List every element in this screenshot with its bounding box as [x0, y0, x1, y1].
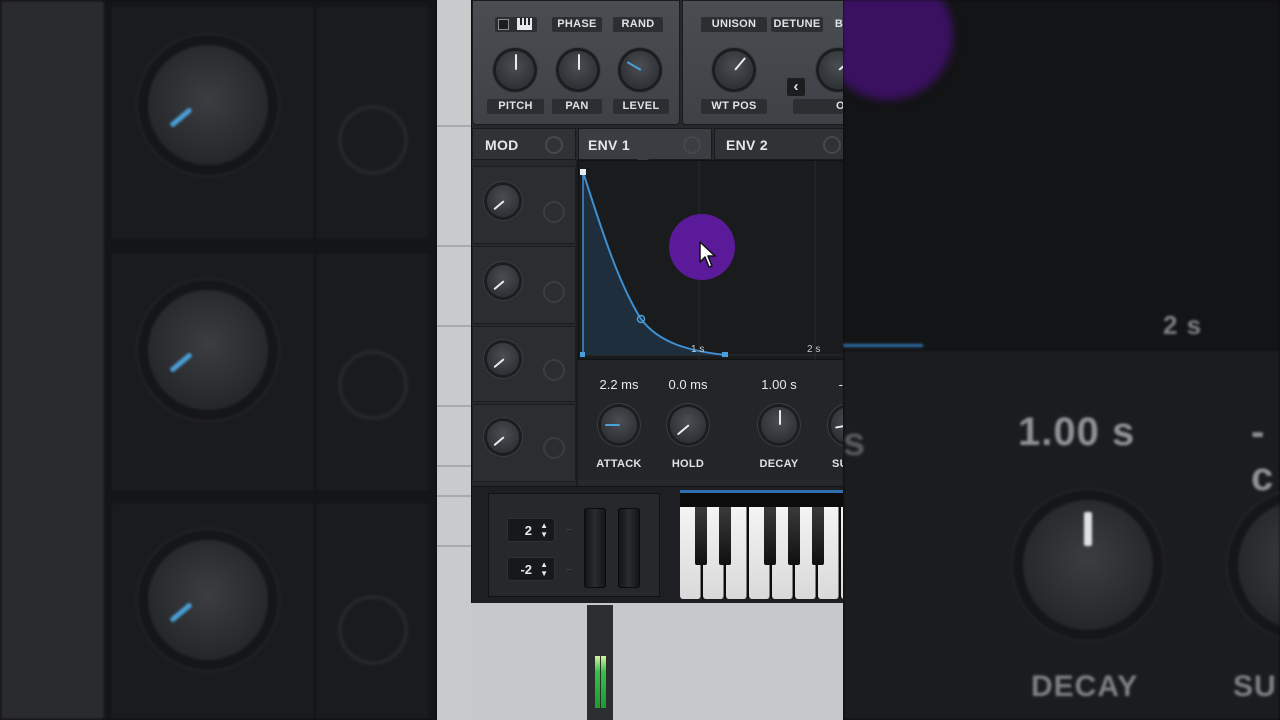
black-key[interactable] [719, 507, 731, 565]
level-meter [587, 605, 613, 720]
time-marker-2s: 2 s [807, 344, 821, 355]
hold-label: HOLD [671, 458, 705, 470]
pan-label: PAN [565, 100, 589, 112]
daw-window: PHASE RAND PITCH PAN LEVEL UNISON DETUNE [437, 0, 843, 720]
piano-keyboard[interactable] [680, 490, 843, 599]
pitch-bend-down-spinner[interactable]: -2 ▲ ▼ [507, 557, 555, 581]
envelope-controls: 2.2 ms 0.0 ms 1.00 s -c ATTACK HOLD DECA… [578, 360, 843, 480]
mod-wheel[interactable] [618, 508, 640, 588]
pitch-knob[interactable] [496, 51, 534, 89]
tab-env2[interactable]: ENV 2 [714, 128, 843, 160]
up-down-arrows-icon[interactable]: ▲ ▼ [540, 560, 548, 578]
decay-knob[interactable] [761, 407, 797, 443]
black-key[interactable] [764, 507, 776, 565]
zoom-decay-label: DECAY [1031, 670, 1139, 703]
env1-drag-icon[interactable] [683, 136, 701, 154]
phase-label: PHASE [557, 18, 597, 30]
mouse-pointer-icon [699, 241, 716, 268]
osc-panel: PHASE RAND PITCH PAN LEVEL [472, 0, 680, 125]
zoom-knob-3 [148, 540, 268, 660]
pitch-bend-down-value: -2 [520, 562, 532, 577]
sustain-value-partial: -c [838, 377, 843, 392]
pan-knob[interactable] [559, 51, 597, 89]
track-list-strip [437, 0, 471, 720]
offset-knob-partial[interactable] [819, 51, 843, 89]
black-key[interactable] [788, 507, 800, 565]
sustain-knob-partial[interactable] [831, 407, 843, 443]
keytrack-checkbox[interactable] [498, 19, 509, 30]
mod-amount-knob-2[interactable] [487, 265, 519, 297]
blend-label-partial: B [834, 18, 843, 30]
black-key[interactable] [812, 507, 824, 565]
mod-slot-3[interactable] [472, 326, 576, 402]
wt-pos-label: WT POS [711, 100, 757, 112]
mod-slot-2[interactable] [472, 246, 576, 324]
level-knob[interactable] [621, 51, 659, 89]
white-key[interactable] [841, 507, 843, 599]
screen: 2 s 1.00 s -c DECAY SU s PHASE RAND PITC… [0, 0, 1280, 720]
rand-label: RAND [621, 18, 655, 30]
pitch-wheel[interactable] [584, 508, 606, 588]
level-label: LEVEL [622, 100, 660, 112]
mixer-area [471, 603, 843, 720]
time-marker-1s: 1 s [691, 344, 705, 355]
attack-handle[interactable] [580, 169, 586, 175]
tab-env2-label: ENV 2 [726, 137, 768, 153]
wt-pos-knob[interactable] [715, 51, 753, 89]
synth-plugin-window: PHASE RAND PITCH PAN LEVEL UNISON DETUNE [471, 0, 843, 603]
prev-arrow-button[interactable]: ‹ [787, 78, 805, 96]
detune-label: DETUNE [773, 18, 821, 30]
mod-slot-4[interactable] [472, 404, 576, 482]
attack-label: ATTACK [596, 458, 642, 470]
keyboard-icon[interactable] [517, 18, 532, 30]
offset-label-partial: OF [836, 100, 843, 112]
hold-knob[interactable] [670, 407, 706, 443]
attack-knob[interactable] [601, 407, 637, 443]
tab-mod[interactable]: MOD [472, 128, 576, 160]
decay-handle[interactable] [722, 352, 728, 357]
tab-mod-label: MOD [485, 137, 519, 153]
wavetable-panel: UNISON DETUNE B ‹ WT POS OF [682, 0, 843, 125]
zoom-sustain-label-partial: SU [1233, 670, 1277, 703]
pitch-bend-up-value: 2 [524, 523, 532, 538]
sustain-label-partial: SU [832, 458, 843, 470]
attack-value: 2.2 ms [599, 377, 639, 392]
mod-source-icon[interactable] [545, 136, 563, 154]
zoom-decay-knob [1023, 500, 1153, 630]
unison-label: UNISON [711, 18, 757, 30]
tab-env1[interactable]: ENV 1 [578, 128, 712, 165]
zoom-knob-1 [148, 45, 268, 165]
mod-amount-knob-3[interactable] [487, 343, 519, 375]
chevron-left-icon: ‹ [793, 78, 799, 95]
zoom-knob-2 [148, 290, 268, 410]
decay-label: DECAY [759, 458, 799, 470]
pitch-bend-up-spinner[interactable]: 2 ▲ ▼ [507, 518, 555, 542]
pitch-label: PITCH [498, 100, 533, 112]
black-key[interactable] [695, 507, 707, 565]
zoomed-env-panel-right: 2 s 1.00 s -c DECAY SU s [843, 0, 1280, 720]
mod-amount-knob-4[interactable] [487, 421, 519, 453]
zoom-time-marker: 2 s [1163, 310, 1203, 340]
hold-handle[interactable] [580, 352, 585, 357]
zoom-decay-value: 1.00 s [1018, 410, 1136, 454]
mod-amount-knob-1[interactable] [487, 185, 519, 217]
up-down-arrows-icon[interactable]: ▲ ▼ [540, 521, 548, 539]
env2-drag-icon[interactable] [823, 136, 841, 154]
zoomed-mod-panel-left [0, 0, 437, 720]
tab-env1-label: ENV 1 [588, 137, 630, 153]
zoom-sustain-value-partial: -c [1251, 410, 1275, 499]
decay-value: 1.00 s [761, 377, 797, 392]
mod-slot-1[interactable] [472, 166, 576, 244]
hold-value: 0.0 ms [668, 377, 708, 392]
